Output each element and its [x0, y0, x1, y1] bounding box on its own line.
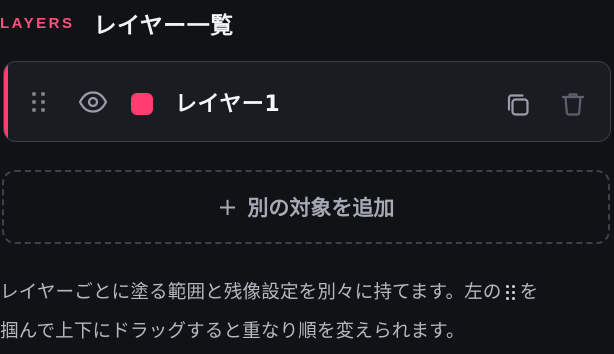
- help-text-part2: を: [519, 282, 539, 303]
- panel-header: LAYERS レイヤー一覧: [0, 8, 234, 39]
- trash-icon[interactable]: [559, 90, 587, 118]
- eye-icon[interactable]: [78, 90, 108, 114]
- help-text-part1: レイヤーごとに塗る範囲と残像設定を別々に持てます。左の: [0, 282, 502, 303]
- panel-title: レイヤー一覧: [93, 13, 234, 39]
- help-text: レイヤーごとに塗る範囲と残像設定を別々に持てます。左のを 掴んで上下にドラッグす…: [0, 273, 614, 351]
- layers-panel: LAYERS レイヤー一覧 レイヤー1 + 別の対象を追加 レイヤーごとに塗る範…: [0, 0, 614, 354]
- selected-accent-bar: [4, 62, 8, 141]
- drag-handle-icon[interactable]: [32, 92, 46, 114]
- copy-icon[interactable]: [504, 91, 532, 119]
- add-target-button[interactable]: + 別の対象を追加: [2, 170, 610, 244]
- layer-color-swatch[interactable]: [131, 93, 153, 115]
- help-text-line2: 掴んで上下にドラッグすると重なり順を変えられます。: [0, 321, 465, 342]
- layer-row[interactable]: レイヤー1: [3, 61, 611, 142]
- plus-icon: +: [217, 193, 238, 221]
- section-eyebrow: LAYERS: [0, 14, 75, 32]
- drag-handle-icon: [504, 283, 518, 301]
- layer-name: レイヤー1: [175, 92, 281, 117]
- add-target-label: 別の対象を追加: [247, 196, 395, 220]
